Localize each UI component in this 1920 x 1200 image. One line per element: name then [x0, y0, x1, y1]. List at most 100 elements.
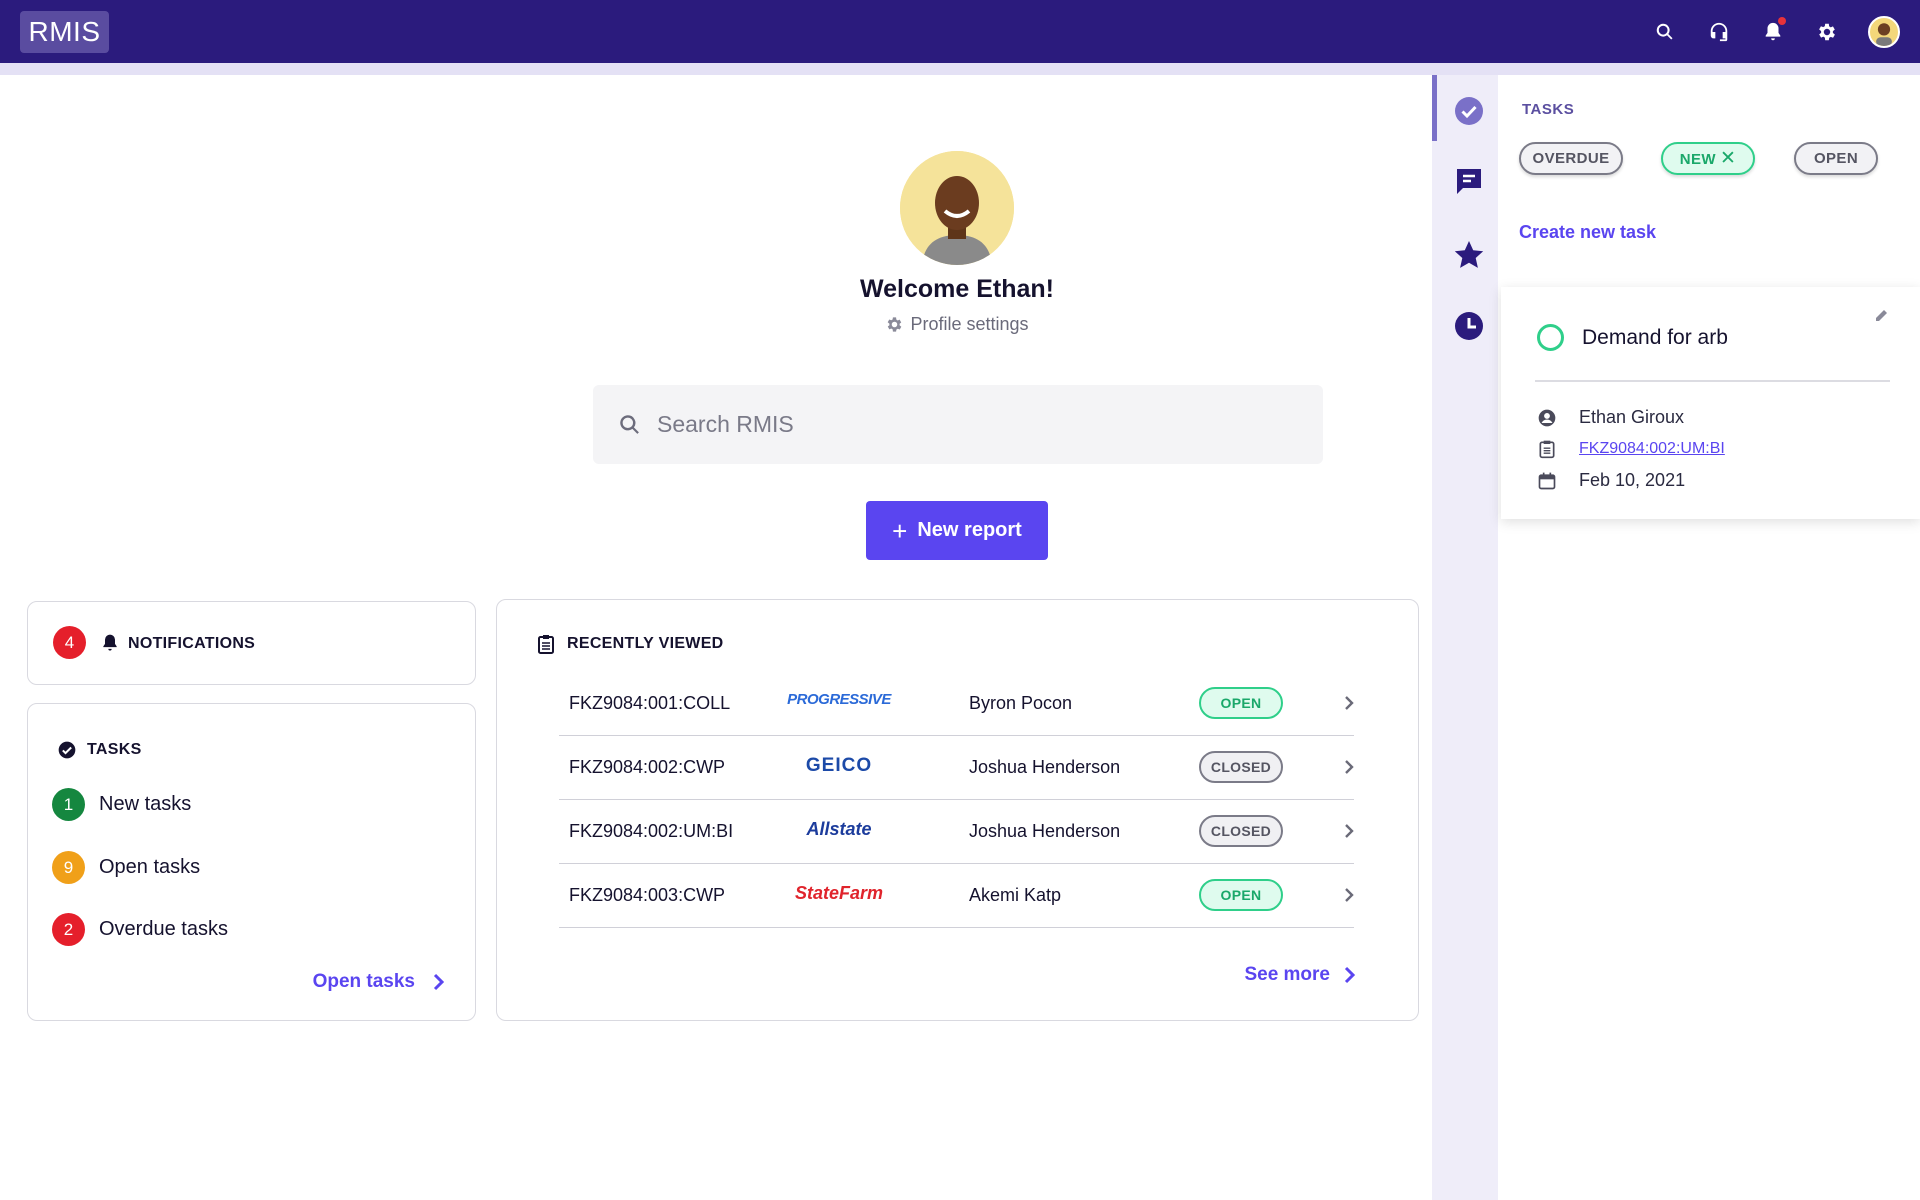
chevron-right-icon — [1345, 760, 1354, 774]
task-summary-open[interactable]: 9 Open tasks — [52, 851, 200, 884]
bell-icon — [103, 634, 117, 651]
clipboard-icon — [538, 635, 554, 654]
tasks-card-header: TASKS — [57, 740, 142, 760]
task-summary-overdue[interactable]: 2 Overdue tasks — [52, 913, 228, 946]
task-date-row: Feb 10, 2021 — [1537, 470, 1685, 491]
top-bar: RMIS — [0, 0, 1920, 63]
top-bar-actions — [1652, 0, 1900, 63]
claimant-name: Akemi Katp — [969, 885, 1062, 905]
support-headset-icon[interactable] — [1706, 19, 1732, 45]
open-tasks-link[interactable]: Open tasks — [313, 971, 445, 993]
check-circle-icon[interactable] — [1452, 94, 1486, 128]
filter-open[interactable]: OPEN — [1794, 142, 1878, 175]
close-icon[interactable]: ✕ — [1720, 148, 1736, 169]
gear-icon — [888, 317, 902, 332]
claim-number: FKZ9084:002:CWP — [569, 757, 726, 777]
chevron-right-icon — [1345, 696, 1354, 710]
rail-active-indicator — [1432, 75, 1437, 141]
profile-settings-link[interactable]: Profile settings — [757, 314, 1157, 335]
task-assignee-row: Ethan Giroux — [1537, 407, 1684, 428]
calendar-icon — [1538, 472, 1556, 489]
tasks-panel: TASKS OVERDUE NEW ✕ OPEN Create new task … — [1498, 75, 1920, 1200]
filter-overdue[interactable]: OVERDUE — [1519, 142, 1623, 175]
carrier-logo-geico: GEICO — [805, 755, 873, 776]
gear-icon[interactable] — [1814, 19, 1840, 45]
see-more-link[interactable]: See more — [1244, 964, 1356, 986]
sub-bar — [0, 63, 1920, 75]
dashboard: Welcome Ethan! Profile settings + New re… — [0, 75, 1432, 1200]
tasks-card: TASKS 1 New tasks 9 Open tasks 2 Overdue… — [27, 703, 476, 1021]
new-tasks-label: New tasks — [99, 793, 192, 815]
status-badge: CLOSED — [1199, 815, 1283, 847]
task-title: Demand for arb — [1582, 326, 1728, 349]
divider — [1535, 380, 1890, 382]
create-task-link[interactable]: Create new task — [1519, 222, 1656, 243]
star-icon[interactable] — [1452, 238, 1486, 272]
profile-avatar — [900, 151, 1014, 265]
carrier-logo-allstate: Allstate — [806, 819, 872, 839]
claimant-name: Joshua Henderson — [969, 757, 1121, 777]
task-due-date: Feb 10, 2021 — [1579, 470, 1686, 490]
task-claim-row: FKZ9084:002:UM:BI — [1537, 439, 1725, 459]
carrier-logo-progressive: PROGRESSIVE — [787, 691, 891, 708]
profile-settings-label: Profile settings — [910, 314, 1029, 334]
open-tasks-label: Open tasks — [99, 856, 201, 878]
user-avatar[interactable] — [1868, 15, 1900, 48]
pencil-icon[interactable] — [1874, 307, 1890, 323]
notifications-count-badge: 4 — [53, 626, 86, 659]
filter-new-label: NEW — [1679, 151, 1716, 168]
person-icon — [1538, 409, 1556, 426]
carrier-logo-statefarm: StateFarm — [794, 883, 884, 903]
welcome-heading: Welcome Ethan! — [859, 275, 1055, 303]
search-input[interactable] — [657, 411, 1257, 438]
recently-viewed-title: RECENTLY VIEWED — [567, 635, 724, 652]
status-badge: OPEN — [1199, 687, 1283, 719]
task-summary-new[interactable]: 1 New tasks — [52, 788, 191, 821]
clock-icon[interactable] — [1452, 309, 1486, 343]
open-tasks-count: 9 — [52, 851, 85, 884]
overdue-tasks-label: Overdue tasks — [99, 918, 228, 940]
chevron-right-icon — [1345, 824, 1354, 838]
new-report-button[interactable]: + New report — [866, 501, 1048, 560]
claim-number: FKZ9084:001:COLL — [569, 693, 731, 713]
notifications-title: NOTIFICATIONS — [128, 635, 256, 652]
claim-number: FKZ9084:002:UM:BI — [569, 821, 734, 841]
notifications-card[interactable]: 4 NOTIFICATIONS — [27, 601, 476, 685]
recent-row[interactable]: FKZ9084:003:CWP StateFarm Akemi Katp OPE… — [559, 865, 1354, 928]
recently-viewed-header: RECENTLY VIEWED — [537, 634, 724, 654]
search-icon[interactable] — [1652, 19, 1678, 45]
filter-new[interactable]: NEW ✕ — [1661, 142, 1755, 175]
tasks-card-title: TASKS — [87, 741, 142, 758]
notification-dot — [1778, 16, 1786, 25]
chevron-right-icon — [433, 973, 445, 991]
open-tasks-link-label: Open tasks — [312, 971, 415, 992]
see-more-label: See more — [1244, 964, 1330, 985]
claim-number: FKZ9084:003:CWP — [569, 885, 726, 905]
recent-row[interactable]: FKZ9084:001:COLL PROGRESSIVE Byron Pocon… — [559, 673, 1354, 736]
status-badge: OPEN — [1199, 879, 1283, 911]
plus-icon: + — [892, 515, 908, 546]
new-tasks-count: 1 — [52, 788, 85, 821]
task-complete-toggle[interactable] — [1537, 324, 1564, 351]
recently-viewed-card: RECENTLY VIEWED FKZ9084:001:COLL PROGRES… — [496, 599, 1419, 1021]
message-icon[interactable] — [1452, 164, 1486, 198]
chevron-right-icon — [1345, 888, 1354, 902]
recent-row[interactable]: FKZ9084:002:UM:BI Allstate Joshua Hender… — [559, 801, 1354, 864]
check-circle-icon — [58, 741, 76, 759]
claimant-name: Byron Pocon — [969, 693, 1073, 713]
recent-row[interactable]: FKZ9084:002:CWP GEICO Joshua Henderson C… — [559, 737, 1354, 800]
overdue-tasks-count: 2 — [52, 913, 85, 946]
search-bar[interactable] — [593, 385, 1323, 464]
task-card[interactable]: Demand for arb Ethan Giroux FKZ9084:002:… — [1501, 287, 1920, 519]
search-icon — [620, 414, 639, 434]
panel-title: TASKS — [1522, 101, 1575, 118]
status-badge: CLOSED — [1199, 751, 1283, 783]
new-report-label: New report — [917, 519, 1022, 541]
task-claim-link[interactable]: FKZ9084:002:UM:BI — [1579, 440, 1725, 458]
clipboard-icon — [1539, 440, 1555, 459]
task-assignee: Ethan Giroux — [1579, 407, 1685, 427]
claimant-name: Joshua Henderson — [969, 821, 1121, 841]
bell-icon[interactable] — [1760, 16, 1786, 45]
chevron-right-icon — [1344, 966, 1356, 984]
app-logo[interactable]: RMIS — [20, 11, 109, 53]
